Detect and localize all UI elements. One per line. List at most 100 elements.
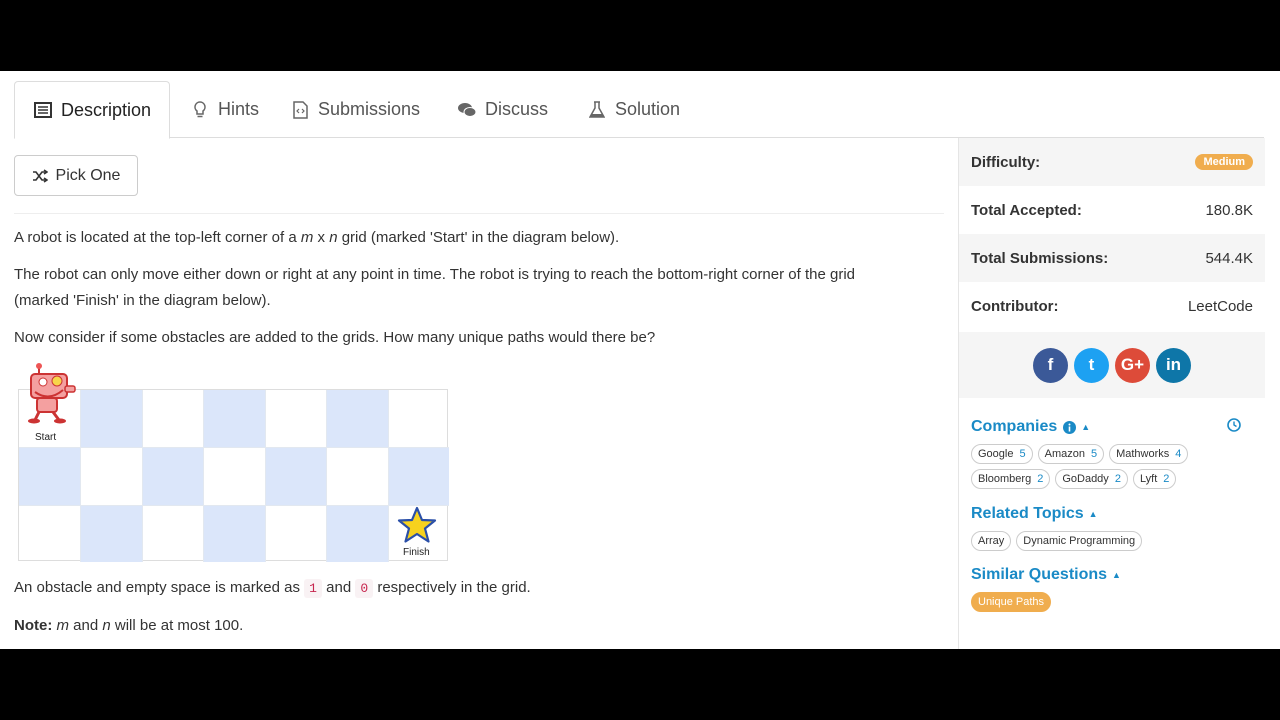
linkedin-icon: in: [1165, 355, 1182, 374]
grid-cell: [326, 390, 388, 448]
tab-label: Submissions: [318, 99, 421, 119]
grid-cell: [203, 504, 265, 562]
caret-up-icon: ▲: [1081, 422, 1091, 432]
facebook-share-button[interactable]: f: [1033, 347, 1068, 383]
caret-up-icon: ▲: [1112, 570, 1121, 580]
grid-cell: [387, 447, 449, 505]
linkedin-share-button[interactable]: in: [1156, 347, 1191, 383]
company-count: 2: [1163, 473, 1170, 485]
grid-diagram: Start Finish: [18, 363, 449, 562]
similar-question-tag[interactable]: Unique Paths: [971, 592, 1052, 612]
contributor-value: LeetCode: [1187, 297, 1253, 315]
grid-cell: [141, 447, 204, 505]
company-tag[interactable]: Lyft 2: [1132, 469, 1177, 489]
info-icon: [1063, 420, 1077, 434]
pick-one-button[interactable]: Pick One: [14, 155, 138, 196]
description-icon: [33, 100, 53, 120]
grid-line: [326, 390, 328, 562]
grid-cell: [264, 447, 327, 505]
submissions-label: Total Submissions:: [971, 249, 1109, 267]
flask-icon: [587, 100, 607, 120]
company-tag[interactable]: Amazon 5: [1037, 444, 1105, 464]
tab-solution[interactable]: Solution: [587, 81, 680, 138]
tab-label: Discuss: [485, 99, 549, 119]
inline-code: 1: [304, 579, 322, 598]
similar-questions-toggle[interactable]: Similar Questions ▲: [971, 566, 1121, 584]
company-tag[interactable]: GoDaddy 2: [1055, 469, 1128, 489]
accepted-value: 180.8K: [1205, 201, 1253, 219]
grid-cell: [80, 447, 141, 504]
description-paragraph: The robot can only move either down or r…: [14, 266, 855, 309]
topic-tag[interactable]: Dynamic Programming: [1016, 531, 1143, 551]
grid-line: [19, 447, 449, 449]
similar-question-tags: Unique Paths: [971, 592, 1261, 612]
grid-cell: [142, 505, 203, 562]
divider: [14, 213, 944, 214]
company-name: Mathworks: [1116, 448, 1170, 460]
company-tag[interactable]: Bloomberg 2: [971, 469, 1051, 489]
grid-cell: [19, 447, 81, 505]
grid-line: [19, 504, 449, 506]
finish-label: Finish: [403, 547, 430, 558]
lightbulb-icon: [190, 100, 210, 120]
problem-page: Description Hints Submissions Discuss So…: [0, 71, 1280, 649]
topic-tags: Array Dynamic Programming: [971, 531, 1261, 551]
company-tag[interactable]: Mathworks 4: [1109, 444, 1189, 464]
share-buttons: f t G+ in: [959, 332, 1265, 398]
grid-cell: [80, 504, 142, 562]
companies-toggle[interactable]: Companies ▲: [971, 418, 1090, 436]
google-plus-icon: G+: [1120, 355, 1145, 374]
code-file-icon: [290, 100, 310, 120]
grid-cell: [388, 390, 449, 447]
company-count: 2: [1114, 473, 1121, 485]
tab-discuss[interactable]: Discuss: [457, 81, 548, 138]
problem-sidebar: Difficulty: Medium Total Accepted: 180.8…: [958, 138, 1265, 649]
company-count: 5: [1019, 448, 1026, 460]
facebook-icon: f: [1047, 355, 1054, 374]
grid-cell: [265, 390, 326, 447]
grid-line: [387, 390, 389, 562]
grid-cell: [326, 447, 387, 504]
company-count: 5: [1090, 448, 1098, 460]
robot-icon: [25, 362, 77, 424]
description-paragraph: Now consider if some obstacles are added…: [14, 329, 656, 346]
company-name: Amazon: [1044, 448, 1085, 460]
tab-label: Hints: [218, 99, 260, 119]
contributor-row: Contributor: LeetCode: [959, 282, 1265, 330]
tab-bar: Description Hints Submissions Discuss So…: [14, 81, 1264, 139]
grid-line: [203, 390, 205, 562]
tab-submissions[interactable]: Submissions: [290, 81, 420, 138]
clock-icon[interactable]: [1227, 418, 1243, 434]
company-tags: Google 5 Amazon 5 Mathworks 4 Bloomberg 2 GoDadd…: [971, 444, 1261, 489]
shuffle-icon: [32, 168, 48, 183]
twitter-share-button[interactable]: t: [1074, 347, 1109, 383]
tab-label: Solution: [615, 99, 681, 119]
google-plus-share-button[interactable]: G+: [1115, 347, 1150, 383]
comments-icon: [457, 100, 477, 120]
grid-cell: [80, 390, 142, 448]
description-paragraph: A robot is located at the top-left corne…: [14, 229, 620, 246]
description-paragraph: An obstacle and empty space is marked as…: [14, 579, 531, 598]
tab-hints[interactable]: Hints: [190, 81, 259, 138]
twitter-icon: t: [1088, 355, 1095, 374]
note-paragraph: Note: m and n will be at most 100.: [14, 617, 244, 634]
difficulty-row: Difficulty: Medium: [959, 138, 1265, 186]
company-name: Bloomberg: [978, 473, 1032, 485]
grid-cell: [326, 504, 388, 562]
grid-line: [264, 390, 266, 562]
accepted-label: Total Accepted:: [971, 201, 1082, 219]
star-icon: [397, 506, 437, 544]
company-name: Lyft: [1139, 473, 1158, 485]
grid-cell: [203, 447, 264, 504]
difficulty-badge: Medium: [1195, 154, 1253, 170]
related-topics-toggle[interactable]: Related Topics ▲: [971, 505, 1098, 523]
tab-label: Description: [61, 99, 152, 120]
tab-description[interactable]: Description: [14, 81, 171, 139]
company-tag[interactable]: Google 5: [971, 444, 1033, 464]
caret-up-icon: ▲: [1088, 509, 1098, 519]
company-name: GoDaddy: [1062, 473, 1109, 485]
grid-cell: [265, 505, 326, 562]
contributor-label: Contributor:: [971, 297, 1059, 315]
topic-tag[interactable]: Array: [971, 531, 1012, 551]
company-count: 4: [1175, 448, 1182, 460]
